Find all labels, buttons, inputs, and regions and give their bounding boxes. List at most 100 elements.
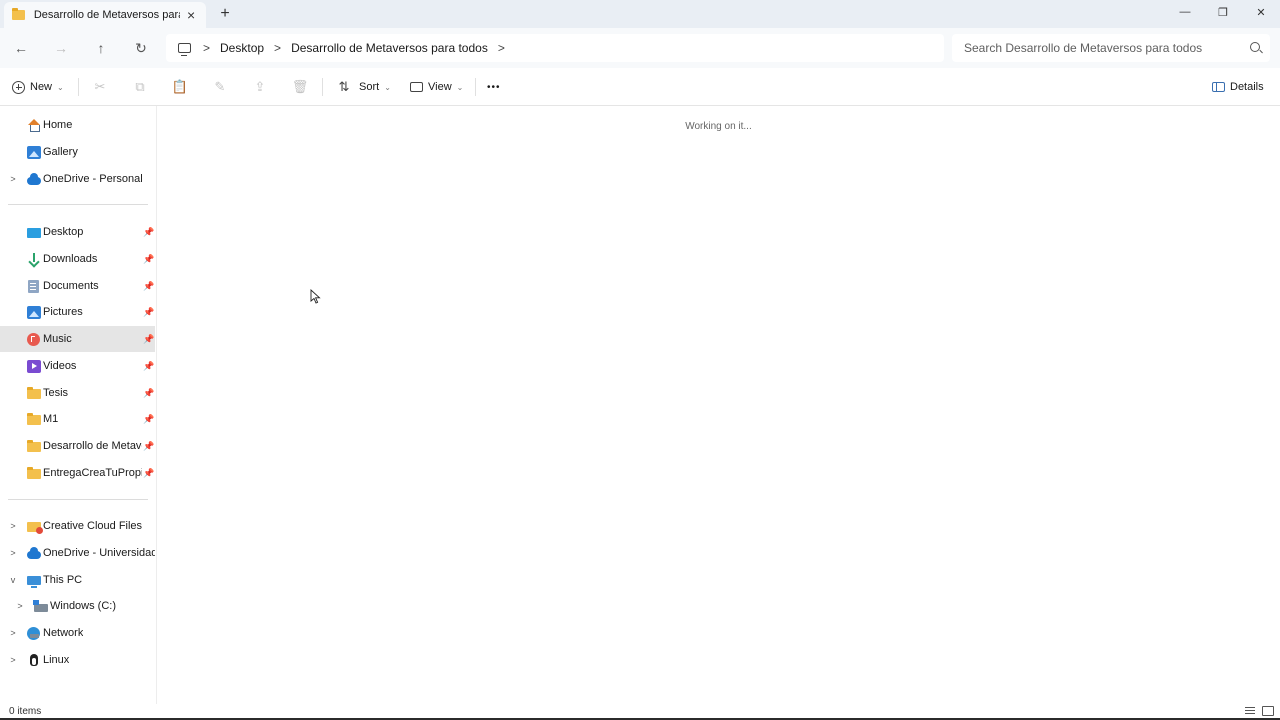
sidebar-item-label: Music — [43, 333, 72, 345]
home-icon — [27, 118, 41, 132]
sidebar-item-label: Pictures — [43, 306, 83, 318]
mouse-cursor-icon — [310, 289, 321, 304]
pin-icon: 📌 — [143, 306, 155, 317]
cloud-icon — [27, 172, 41, 185]
details-button[interactable]: Details — [1212, 77, 1264, 97]
sort-label: Sort — [359, 81, 380, 93]
sidebar-item-linux[interactable]: > Linux — [0, 647, 155, 673]
minimize-button[interactable]: — — [1166, 0, 1204, 24]
tiles-view-icon[interactable] — [1262, 706, 1274, 716]
sidebar-item-label: M1 — [43, 413, 59, 425]
pin-icon: 📌 — [143, 280, 155, 291]
sidebar-item-videos[interactable]: Videos 📌 — [0, 353, 155, 379]
view-icon — [410, 82, 423, 92]
sidebar-item-this-pc[interactable]: v This PC — [0, 567, 155, 593]
breadcrumb-chevron-icon[interactable]: > — [498, 41, 505, 55]
sidebar-item-label: Windows (C:) — [50, 600, 117, 612]
chevron-right-icon[interactable]: > — [9, 628, 17, 638]
sort-icon: ⇅ — [338, 79, 350, 94]
linux-icon — [27, 653, 41, 667]
delete-icon[interactable]: 🗑 — [290, 77, 310, 97]
document-icon — [28, 279, 39, 293]
chevron-right-icon[interactable]: > — [9, 655, 17, 665]
breadcrumb-item-desktop[interactable]: Desktop — [220, 41, 264, 55]
sort-button[interactable]: ⇅ Sort ⌄ — [334, 77, 391, 97]
this-pc-icon[interactable] — [178, 43, 191, 56]
sidebar-item-m1[interactable]: M1 📌 — [0, 406, 155, 432]
sidebar-item-label: OneDrive - Personal — [43, 173, 143, 185]
sidebar-item-desarrollo-metaversos[interactable]: Desarrollo de Metaversos para todos 📌 — [0, 433, 155, 459]
refresh-button[interactable]: ↻ — [130, 37, 152, 59]
sidebar-item-network[interactable]: > Network — [0, 620, 155, 646]
sidebar-item-music[interactable]: Music 📌 — [0, 326, 155, 352]
chevron-right-icon[interactable]: > — [16, 601, 24, 611]
status-bar: 0 items — [0, 704, 1280, 720]
share-icon[interactable]: ⇪ — [250, 77, 270, 97]
breadcrumb-item-current-folder[interactable]: Desarrollo de Metaversos para todos — [291, 41, 488, 55]
cut-icon[interactable]: ✂ — [90, 77, 110, 97]
pictures-icon — [27, 305, 41, 319]
chevron-right-icon[interactable]: > — [9, 521, 17, 531]
paste-icon[interactable]: 📋 — [170, 77, 190, 97]
chevron-right-icon[interactable]: > — [9, 174, 17, 184]
details-view-icon[interactable] — [1244, 706, 1256, 716]
sidebar-item-desktop[interactable]: Desktop 📌 — [0, 219, 155, 245]
sidebar-item-label: Videos — [43, 360, 77, 372]
pin-icon: 📌 — [143, 360, 155, 371]
sidebar-item-windows-c[interactable]: > Windows (C:) — [0, 593, 155, 619]
forward-button[interactable]: → — [50, 37, 72, 59]
loading-message: Working on it... — [685, 121, 752, 132]
sidebar-item-downloads[interactable]: Downloads 📌 — [0, 246, 155, 272]
breadcrumb-chevron-icon[interactable]: > — [274, 41, 281, 55]
sidebar-item-label: Network — [43, 627, 84, 639]
sidebar-item-documents[interactable]: Documents 📌 — [0, 273, 155, 299]
navigation-pane[interactable]: Home Gallery > OneDrive - Personal Deskt… — [0, 106, 157, 704]
chevron-down-icon: ⌄ — [384, 82, 391, 92]
sidebar-item-entrega[interactable]: EntregaCreaTuPropioEspacio 📌 — [0, 460, 155, 486]
plus-icon — [12, 80, 25, 94]
chevron-down-icon: ⌄ — [57, 82, 64, 92]
view-button[interactable]: View ⌄ — [410, 77, 463, 97]
rename-icon[interactable]: ✎ — [210, 77, 230, 97]
pin-icon: 📌 — [143, 467, 155, 478]
sidebar-item-creative-cloud[interactable]: > Creative Cloud Files — [0, 513, 155, 539]
sidebar-item-label: Creative Cloud Files — [43, 520, 143, 532]
file-list-area[interactable]: Working on it... — [157, 106, 1280, 704]
sidebar-item-label: Home — [43, 119, 73, 131]
sidebar-item-onedrive-universidad[interactable]: > OneDrive - Universidad de — [0, 540, 155, 566]
sidebar-item-tesis[interactable]: Tesis 📌 — [0, 380, 155, 406]
gallery-icon — [27, 145, 41, 159]
breadcrumb[interactable]: > Desktop > Desarrollo de Metaversos par… — [166, 34, 944, 62]
cloud-icon — [27, 546, 41, 559]
copy-icon[interactable]: ⧉ — [130, 77, 150, 97]
up-button[interactable]: ↑ — [90, 37, 112, 59]
video-icon — [27, 359, 41, 373]
download-icon — [27, 252, 41, 266]
maximize-button[interactable]: ❐ — [1204, 0, 1242, 24]
chevron-down-icon[interactable]: v — [9, 575, 17, 585]
new-tab-button[interactable]: + — [216, 5, 234, 23]
sidebar-item-label: Desktop — [43, 226, 84, 238]
pc-icon — [27, 576, 41, 588]
folder-icon — [27, 387, 41, 399]
details-pane-icon — [1212, 82, 1225, 92]
pin-icon: 📌 — [143, 333, 155, 344]
new-button[interactable]: New ⌄ — [12, 77, 64, 97]
sidebar-item-label: EntregaCreaTuPropioEspacio — [43, 467, 142, 479]
sidebar-item-home[interactable]: Home — [0, 112, 155, 138]
back-button[interactable]: ← — [10, 37, 32, 59]
tab-close-icon[interactable]: × — [184, 8, 198, 22]
window-controls: — ❐ ✕ — [1166, 0, 1280, 24]
active-tab[interactable]: Desarrollo de Metaversos para todos × — [4, 2, 206, 28]
more-options-button[interactable]: ••• — [487, 77, 501, 97]
chevron-right-icon[interactable]: > — [9, 548, 17, 558]
sidebar-item-pictures[interactable]: Pictures 📌 — [0, 299, 155, 325]
search-input[interactable]: Search Desarrollo de Metaversos para tod… — [952, 34, 1270, 62]
music-icon — [27, 332, 40, 346]
search-icon[interactable] — [1250, 42, 1260, 52]
breadcrumb-chevron-icon[interactable]: > — [203, 41, 210, 55]
sidebar-item-gallery[interactable]: Gallery — [0, 139, 155, 165]
close-window-button[interactable]: ✕ — [1242, 0, 1280, 24]
sidebar-item-onedrive-personal[interactable]: > OneDrive - Personal — [0, 166, 155, 192]
sidebar-item-label: OneDrive - Universidad de — [43, 547, 155, 559]
